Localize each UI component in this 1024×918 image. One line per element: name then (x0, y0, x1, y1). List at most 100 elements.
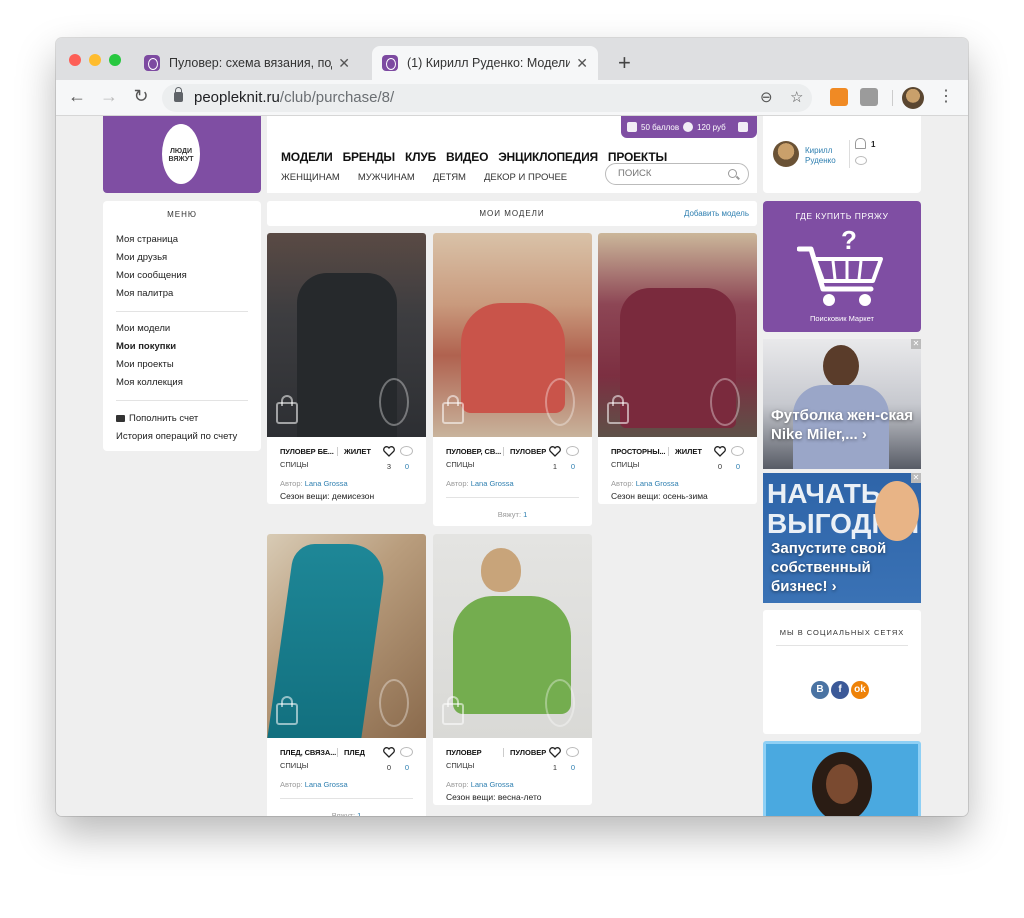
model-photo[interactable] (433, 233, 592, 437)
new-tab-icon[interactable]: + (618, 50, 631, 76)
comment-icon[interactable] (400, 446, 413, 456)
menu-my-collection[interactable]: Моя коллекция (116, 377, 183, 388)
vk-icon[interactable]: В (811, 681, 829, 699)
author-link[interactable]: Lana Grossa (305, 479, 348, 488)
menu-my-messages[interactable]: Мои сообщения (116, 270, 187, 281)
facebook-icon[interactable]: f (831, 681, 849, 699)
menu-my-friends[interactable]: Мои друзья (116, 252, 167, 263)
menu-my-palette[interactable]: Моя палитра (116, 288, 173, 299)
rss-extension-icon[interactable] (830, 88, 848, 106)
close-ad-icon[interactable]: ✕ (911, 473, 921, 483)
subnav-kids[interactable]: ДЕТЯМ (433, 172, 466, 183)
forward-arrow-icon[interactable]: → (98, 86, 120, 107)
model-name[interactable]: ПУЛОВЕР (446, 748, 482, 757)
model-card[interactable]: ПУЛОВЕР, СВ... ПУЛОВЕР СПИЦЫ 1 0 Автор: … (433, 233, 592, 526)
author-link[interactable]: Lana Grossa (305, 780, 348, 789)
author-link[interactable]: Lana Grossa (471, 780, 514, 789)
nav-club[interactable]: КЛУБ (405, 150, 436, 164)
comment-count[interactable]: 0 (567, 462, 579, 471)
browser-tab-1[interactable]: Пуловер: схема вязания, под ✕ (134, 46, 360, 80)
nav-video[interactable]: ВИДЕО (446, 150, 488, 164)
model-card[interactable]: ПУЛОВЕР ПУЛОВЕР СПИЦЫ 1 0 Автор: Lana Gr… (433, 534, 592, 805)
nav-encyclopedia[interactable]: ЭНЦИКЛОПЕДИЯ (498, 150, 598, 164)
more-menu-icon[interactable]: ⋮ (938, 86, 954, 106)
close-tab-icon[interactable]: ✕ (338, 55, 350, 72)
season-value: весна-лето (497, 792, 542, 802)
model-name[interactable]: ПРОСТОРНЫ... (611, 447, 666, 456)
nav-brands[interactable]: БРЕНДЫ (343, 150, 396, 164)
close-tab-icon[interactable]: ✕ (576, 55, 588, 72)
heart-icon[interactable] (549, 747, 561, 758)
address-bar[interactable]: peopleknit.ru/club/purchase/8/ ⊖ ☆ (162, 84, 812, 112)
model-card[interactable]: ПЛЕД, СВЯЗА... ПЛЕД СПИЦЫ 0 0 Автор: Lan… (267, 534, 426, 816)
zoom-icon[interactable]: ⊖ (760, 88, 773, 106)
comment-count[interactable]: 0 (401, 763, 413, 772)
season-label: Сезон вещи: (446, 792, 496, 802)
comment-icon[interactable] (731, 446, 744, 456)
comment-count[interactable]: 0 (732, 462, 744, 471)
minimize-window-button[interactable] (89, 54, 101, 66)
face-shape (826, 764, 858, 804)
menu-history[interactable]: История операций по счету (116, 431, 237, 442)
odnoklassniki-icon[interactable]: ok (851, 681, 869, 699)
close-ad-icon[interactable]: ✕ (911, 339, 921, 349)
heart-icon[interactable] (549, 446, 561, 457)
model-name[interactable]: ПЛЕД, СВЯЗА... (280, 748, 336, 757)
model-photo[interactable] (267, 233, 426, 437)
comment-icon[interactable] (400, 747, 413, 757)
knit-value[interactable]: 1 (357, 811, 361, 816)
nav-models[interactable]: МОДЕЛИ (281, 150, 333, 164)
user-name[interactable]: Кирилл Руденко (805, 146, 836, 166)
search-input[interactable] (618, 168, 718, 179)
close-window-button[interactable] (69, 54, 81, 66)
chat-icon[interactable] (855, 156, 867, 165)
model-photo[interactable] (267, 534, 426, 738)
model-photo[interactable] (433, 534, 592, 738)
site-logo[interactable]: ЛЮДИ ВЯЖУТ (103, 116, 261, 193)
advertisement[interactable]: НАЧАТЬ ВЫГОДНЫЙ ✕ Запустите свой собстве… (763, 473, 921, 603)
yarn-caption: Поисковик Маркет (810, 314, 874, 323)
model-photo[interactable] (598, 233, 757, 437)
reload-icon[interactable]: ↻ (130, 86, 152, 107)
bookmark-star-icon[interactable]: ☆ (790, 88, 803, 106)
bell-icon[interactable] (855, 138, 866, 149)
balance-bar[interactable]: 50 баллов 120 руб (621, 116, 757, 138)
menu-top-up[interactable]: Пополнить счет (116, 413, 198, 424)
add-model-link[interactable]: Добавить модель (684, 209, 749, 218)
author-link[interactable]: Lana Grossa (471, 479, 514, 488)
heart-icon[interactable] (714, 446, 726, 457)
menu-my-models[interactable]: Мои модели (116, 323, 170, 334)
nav-projects[interactable]: ПРОЕКТЫ (608, 150, 667, 164)
subnav-women[interactable]: ЖЕНЩИНАМ (281, 172, 340, 183)
extension-icon[interactable] (860, 88, 878, 106)
subnav-men[interactable]: МУЖЧИНАМ (358, 172, 415, 183)
profile-avatar[interactable] (902, 87, 924, 109)
balance-label: 120 руб (697, 122, 726, 132)
heart-icon[interactable] (383, 446, 395, 457)
advertisement[interactable]: ✕ Футболка жен-ская Nike Miler,... › (763, 339, 921, 469)
model-card[interactable]: ПРОСТОРНЫ... ЖИЛЕТ СПИЦЫ 0 0 Автор: Lana… (598, 233, 757, 504)
comment-count[interactable]: 0 (567, 763, 579, 772)
model-name[interactable]: ПУЛОВЕР, СВ... (446, 447, 501, 456)
zoom-window-button[interactable] (109, 54, 121, 66)
search-icon[interactable] (728, 169, 737, 178)
avatar[interactable] (773, 141, 799, 167)
subnav-decor[interactable]: ДЕКОР И ПРОЧЕЕ (484, 172, 567, 183)
knit-value[interactable]: 1 (523, 510, 527, 519)
author-link[interactable]: Lana Grossa (636, 479, 679, 488)
menu-my-purchases[interactable]: Мои покупки (116, 341, 176, 352)
yarn-shops-banner[interactable]: ГДЕ КУПИТЬ ПРЯЖУ ? Поисковик Маркет (763, 201, 921, 332)
comment-icon[interactable] (566, 747, 579, 757)
heart-icon[interactable] (383, 747, 395, 758)
watermark-icon (710, 378, 740, 426)
model-name[interactable]: ПУЛОВЕР БЕ... (280, 447, 334, 456)
comment-icon[interactable] (566, 446, 579, 456)
advertisement[interactable] (763, 741, 921, 816)
back-arrow-icon[interactable]: ← (66, 86, 88, 107)
model-card[interactable]: ПУЛОВЕР БЕ... ЖИЛЕТ СПИЦЫ 3 0 Автор: Lan… (267, 233, 426, 504)
menu-my-projects[interactable]: Мои проекты (116, 359, 174, 370)
menu-my-page[interactable]: Моя страница (116, 234, 178, 245)
comment-count[interactable]: 0 (401, 462, 413, 471)
browser-tab-2[interactable]: (1) Кирилл Руденко: Модели ✕ (372, 46, 598, 80)
browser-toolbar: ← → ↻ peopleknit.ru/club/purchase/8/ ⊖ ☆… (56, 80, 968, 116)
